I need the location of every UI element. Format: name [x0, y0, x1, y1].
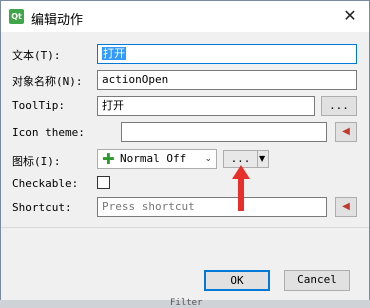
close-icon[interactable]: ✕: [337, 4, 363, 28]
cancel-button[interactable]: Cancel: [284, 270, 350, 291]
icon-browse-separator: [257, 151, 258, 167]
dialog-footer: OK Cancel: [1, 228, 369, 300]
icon-theme-field[interactable]: [121, 122, 327, 142]
title-bar: Qt 编辑动作 ✕: [1, 1, 369, 32]
icon-label: 图标(I):: [12, 155, 61, 168]
tooltip-label: ToolTip:: [12, 99, 65, 112]
ok-button[interactable]: OK: [204, 270, 270, 291]
checkable-checkbox[interactable]: [97, 176, 110, 189]
shortcut-label: Shortcut:: [12, 201, 72, 214]
text-field[interactable]: 打开: [97, 44, 357, 64]
object-name-field[interactable]: actionOpen: [97, 70, 357, 90]
shortcut-reset-icon[interactable]: ◀: [335, 197, 357, 217]
icon-mode-value: Normal Off: [120, 152, 187, 165]
shortcut-field[interactable]: Press shortcut: [97, 197, 327, 217]
icon-mode-select[interactable]: ✚ Normal Off ⌄: [97, 149, 217, 169]
checkable-label: Checkable:: [12, 177, 79, 190]
annotation-arrow-shape: [232, 165, 250, 211]
text-label: 文本(T):: [12, 49, 61, 62]
chevron-down-icon: ⌄: [204, 154, 212, 164]
tooltip-edit-button[interactable]: ...: [321, 96, 357, 116]
icon-theme-reset-icon[interactable]: ◀: [335, 122, 357, 142]
edit-action-dialog: Qt 编辑动作 ✕ 文本(T): 打开 对象名称(N): actionOpen …: [0, 0, 370, 300]
window-title: 编辑动作: [31, 13, 84, 28]
tooltip-field[interactable]: 打开: [97, 96, 315, 116]
object-name-label: 对象名称(N):: [12, 75, 83, 88]
annotation-arrow-icon: [232, 165, 250, 211]
dropdown-arrow-icon[interactable]: ▼: [259, 151, 265, 167]
plus-icon: ✚: [102, 150, 115, 168]
qt-designer-icon: Qt: [9, 9, 24, 24]
icon-theme-label: Icon theme:: [12, 126, 85, 139]
text-field-value: 打开: [102, 47, 126, 60]
